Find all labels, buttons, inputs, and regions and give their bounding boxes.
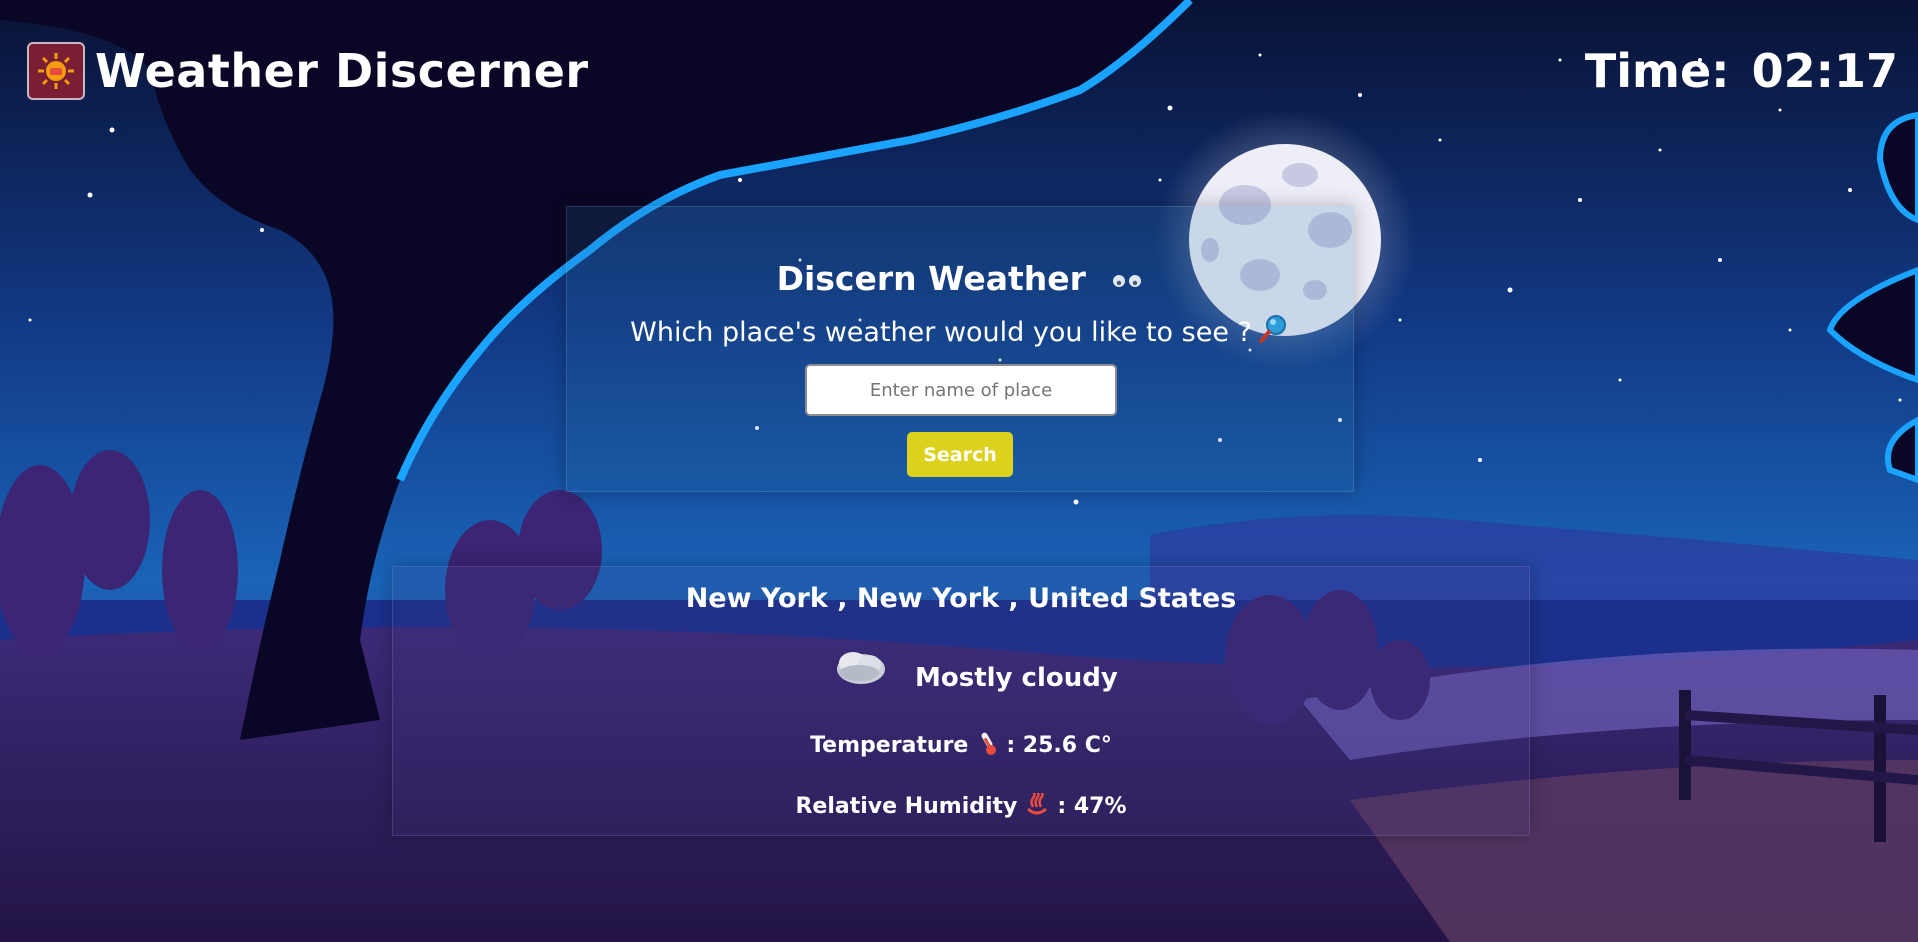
search-button[interactable]: Search: [907, 432, 1013, 477]
clock-label: Time:: [1584, 44, 1730, 98]
hot-springs-icon: [1027, 793, 1048, 815]
search-question: Which place's weather would you like to …: [567, 313, 1353, 348]
weather-result-panel: New York , New York , United States Most…: [392, 566, 1530, 836]
place-search-input[interactable]: [805, 364, 1117, 416]
clock-value: 02:17: [1751, 44, 1898, 98]
search-heading-text: Discern Weather: [776, 259, 1086, 298]
search-panel: Discern Weather Which place's weather wo…: [566, 206, 1354, 492]
humidity-label: Relative Humidity: [795, 794, 1018, 819]
partly-cloudy-icon: [837, 652, 885, 684]
magnifier-icon: [1258, 315, 1286, 343]
humidity-value: : 47%: [1057, 794, 1127, 819]
thermometer-icon: [981, 732, 997, 755]
result-humidity: Relative Humidity : 47%: [393, 793, 1529, 819]
temperature-value: : 25.6 C°: [1006, 733, 1112, 758]
result-temperature: Temperature : 25.6 C°: [393, 730, 1529, 758]
app-title: Weather Discerner: [95, 44, 589, 98]
sun-weather-logo-icon: [38, 53, 74, 89]
app-logo[interactable]: [27, 42, 85, 100]
clock: Time: 02:17: [1585, 44, 1898, 98]
result-condition: Mostly cloudy: [915, 663, 1118, 693]
result-location: New York , New York , United States: [685, 583, 1237, 614]
search-question-text: Which place's weather would you like to …: [630, 317, 1252, 348]
temperature-label: Temperature: [810, 733, 969, 758]
eyes-icon: [1113, 274, 1142, 287]
search-heading: Discern Weather: [567, 259, 1353, 298]
